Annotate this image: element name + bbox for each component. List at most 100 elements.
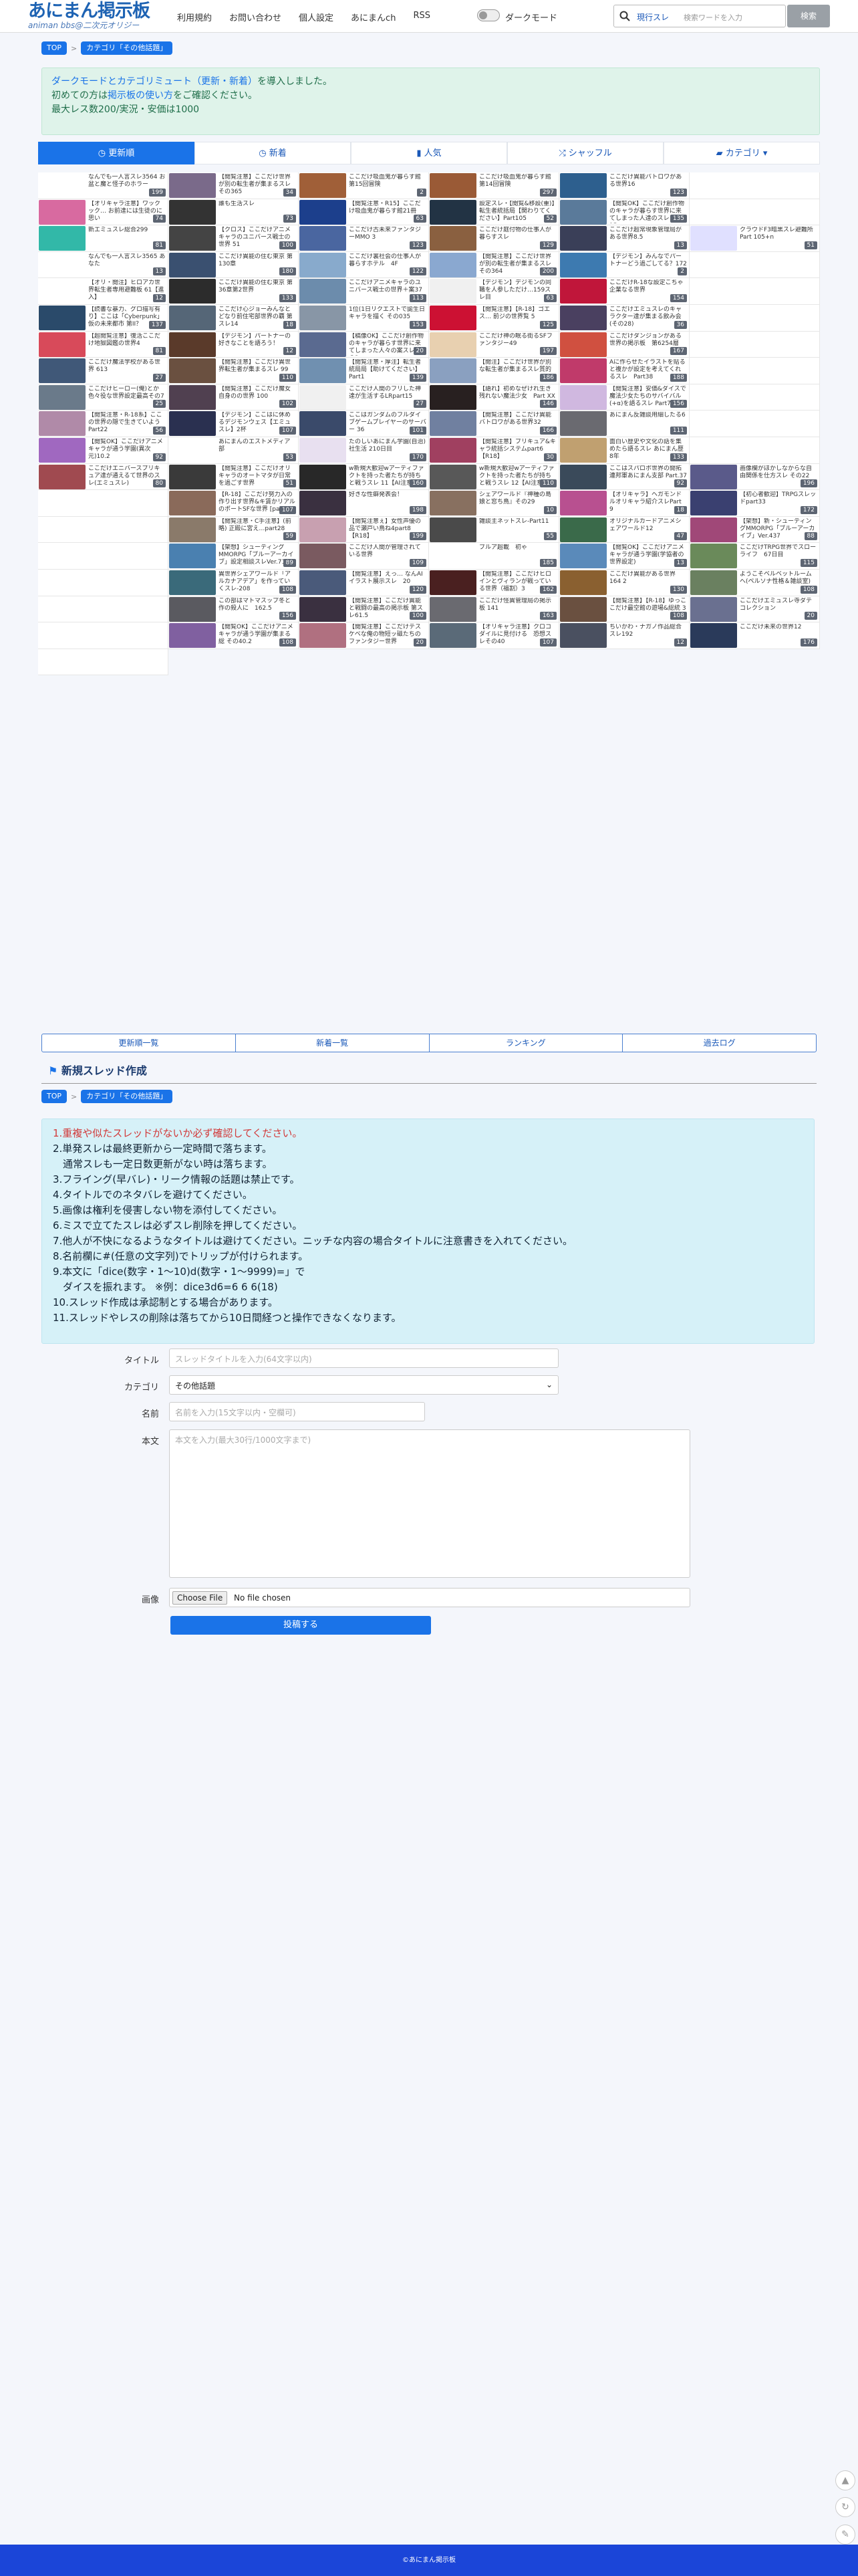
- thread-thumbnail[interactable]: [299, 358, 346, 384]
- link-archive[interactable]: 過去ログ: [623, 1034, 816, 1052]
- thread-card[interactable]: ここだけ魔法学校がある世界 613 27: [38, 358, 168, 384]
- thread-card[interactable]: ブルア超載 初ゃ 185: [429, 543, 559, 570]
- thread-thumbnail[interactable]: [560, 437, 607, 463]
- breadcrumb-category[interactable]: カテゴリ「その他話題」: [81, 1090, 173, 1103]
- thread-card[interactable]: 【閲覧注意】ここだけ異能と戦闘の最高の掲示板 第スレ61.5 100: [299, 596, 429, 623]
- thread-thumbnail[interactable]: [299, 332, 346, 357]
- thread-card[interactable]: なんでも一人言スレ3564 お盆と魔と怪子のホラー 199: [38, 172, 168, 199]
- thread-thumbnail[interactable]: [560, 173, 607, 198]
- thread-thumbnail[interactable]: [299, 226, 346, 251]
- thread-thumbnail[interactable]: [169, 305, 216, 330]
- thread-thumbnail[interactable]: [39, 464, 86, 489]
- thread-card[interactable]: 【閲覧注意】ここだけテスケベな俺の物短ッ磁たちのファンタジー世界 20: [299, 622, 429, 649]
- tab-shuffle[interactable]: ⤮ シャッフル: [507, 142, 664, 164]
- thread-card[interactable]: 【デジモン】ここはに休めるデジモンウェス【エミュスレ】2杯 107: [168, 411, 299, 437]
- thread-card[interactable]: ここだけTRPG世界でスローライフ 67日目 115: [690, 543, 820, 570]
- thread-card[interactable]: たのしいあにまん学園(自治)社生活 210日目 170: [299, 437, 429, 464]
- thread-card[interactable]: ここだけ人間のフリした神達が生活するLRpart15 27: [299, 384, 429, 411]
- title-input[interactable]: スレッドタイトルを入力(64文字以内): [169, 1349, 559, 1368]
- thread-card[interactable]: ここだけ裏社会の仕事人が暮らすホテル 4F 122: [299, 251, 429, 279]
- thread-thumbnail[interactable]: [299, 384, 346, 410]
- notice-feature-link[interactable]: ダークモードとカテゴリミュート（更新・新着）: [51, 76, 257, 87]
- thread-card[interactable]: 【閲覧注意】ここだけ異世界転生者が集まるスレ 99 110: [168, 358, 299, 384]
- thread-card[interactable]: 【クロス】ここだけアニメキャラのユニバース戦士の世界 51 100: [168, 225, 299, 252]
- thread-thumbnail[interactable]: [430, 623, 476, 649]
- thread-card[interactable]: ここだけ異能の住む東京 第130章 180: [168, 251, 299, 279]
- thread-thumbnail[interactable]: [39, 252, 86, 277]
- thread-thumbnail[interactable]: [39, 411, 86, 437]
- thread-thumbnail[interactable]: [169, 279, 216, 304]
- thread-card[interactable]: w新規大歓迎wアーティファクトを持った者たちが持ちと戦うスレ 12【AI注意】 1…: [429, 463, 559, 491]
- thread-thumbnail[interactable]: [169, 384, 216, 410]
- thread-card[interactable]: この部はマトマスップ冬と作の殺人に 162.5 156: [168, 596, 299, 623]
- thread-card[interactable]: 【超閲覧注意】復活ここだけ地獄図鑑の世界4 81: [38, 331, 168, 358]
- thread-card[interactable]: ここだけ人間が管理されている世界 109: [299, 543, 429, 570]
- thread-card[interactable]: 【オリキャラ】ヘガモンドルオリキャラ紹介スレPart 9 18: [559, 490, 690, 517]
- image-file-input[interactable]: Choose File No file chosen: [169, 1588, 690, 1607]
- scroll-top-button[interactable]: ▲: [835, 2470, 855, 2490]
- thread-card[interactable]: 【初心者歓迎】TRPGスレッドpart33 172: [690, 490, 820, 517]
- thread-thumbnail[interactable]: [169, 544, 216, 569]
- thread-thumbnail[interactable]: [169, 199, 216, 225]
- thread-thumbnail[interactable]: [690, 623, 737, 649]
- thread-thumbnail[interactable]: [560, 332, 607, 357]
- submit-button[interactable]: 投稿する: [170, 1616, 431, 1635]
- tab-popular[interactable]: ▮ 人気: [351, 142, 507, 164]
- thread-thumbnail[interactable]: [560, 464, 607, 489]
- thread-card[interactable]: ここだけ庭付物の仕事人が暮らすスレ 129: [429, 225, 559, 252]
- thread-card[interactable]: あにまん反雑談用細したる6 111: [559, 411, 690, 437]
- logo-title[interactable]: あにまん掲示板: [28, 1, 162, 21]
- thread-card[interactable]: 【閲覧注意】安価&ダイスで魔法少女たちのサバイバル(+α)を語るスレ Part7…: [559, 384, 690, 411]
- thread-card[interactable]: クラウドF3暗黒スレ避難所Part 105+n 51: [690, 225, 820, 252]
- thread-thumbnail[interactable]: [690, 226, 737, 251]
- thread-card[interactable]: ここだけ異能の住む東京 第36章第2世界 133: [168, 278, 299, 305]
- thread-card[interactable]: なんでも一人言スレ3565 あなた 13: [38, 251, 168, 279]
- thread-thumbnail[interactable]: [690, 491, 737, 516]
- thread-thumbnail[interactable]: [430, 437, 476, 463]
- thread-thumbnail[interactable]: [299, 596, 346, 622]
- thread-card[interactable]: 【架想】シューティングMMORPG「ブルーアーカイブ」設定相談スレVer.71.…: [168, 543, 299, 570]
- breadcrumb-top[interactable]: TOP: [41, 1090, 67, 1103]
- thread-thumbnail[interactable]: [430, 491, 476, 516]
- search-scope-select[interactable]: 現行スレ: [637, 11, 669, 23]
- thread-thumbnail[interactable]: [299, 464, 346, 489]
- breadcrumb-category[interactable]: カテゴリ「その他話題」: [81, 41, 173, 55]
- thread-card[interactable]: シェアワールド『神種の島娘と窓ち鳥』その29 10: [429, 490, 559, 517]
- nav-animanch[interactable]: あにまんch: [351, 11, 396, 23]
- thread-thumbnail[interactable]: [560, 544, 607, 569]
- thread-thumbnail[interactable]: [39, 384, 86, 410]
- search-input[interactable]: 検索ワードを入力: [684, 12, 742, 23]
- thread-card[interactable]: ここだけエニバースプリキュア達が通えるて世界のスレ(エミュスレ) 80: [38, 463, 168, 491]
- thread-card[interactable]: ちいかわ・ナガノ作品総合スレ192 12: [559, 622, 690, 649]
- site-logo[interactable]: あにまん掲示板 animan bbs@二次元オリジー: [28, 1, 162, 30]
- thread-thumbnail[interactable]: [169, 623, 216, 649]
- reload-button[interactable]: ↻: [835, 2497, 855, 2517]
- thread-thumbnail[interactable]: [299, 411, 346, 437]
- thread-card[interactable]: 【閲覧OK】ここだけ創作物のキャラが暮らす世界に来てしまった人達のスレ その15…: [559, 199, 690, 226]
- thread-card[interactable]: 【デジモン】パートナーの好きなことを語ろう！ 12: [168, 331, 299, 358]
- thread-thumbnail[interactable]: [299, 570, 346, 595]
- thread-card[interactable]: ここはスパロボ世界の開拓連邦軍あにまん支部 Part.37 92: [559, 463, 690, 491]
- thread-thumbnail[interactable]: [39, 437, 86, 463]
- thread-thumbnail[interactable]: [39, 332, 86, 357]
- thread-card[interactable]: 【閲覧注意】ここだけオリキャラのオートマタが日常を過ごす世界 51: [168, 463, 299, 491]
- thread-card[interactable]: 1位(1日リクエストで誕生日キャラを描く その035 153: [299, 304, 429, 332]
- thread-card[interactable]: 【オリキャラ注意】ワックック… お前達には生徒のに思い 74: [38, 199, 168, 226]
- thread-thumbnail[interactable]: [560, 199, 607, 225]
- thread-thumbnail[interactable]: [430, 411, 476, 437]
- thread-card[interactable]: ここだけ吸血鬼が暮らす館第14回冒険 297: [429, 172, 559, 199]
- thread-thumbnail[interactable]: [430, 173, 476, 198]
- thread-thumbnail[interactable]: [169, 517, 216, 542]
- thread-thumbnail[interactable]: [430, 305, 476, 330]
- thread-card[interactable]: ここだけ未来の世界12 176: [690, 622, 820, 649]
- thread-card[interactable]: 【閲覧注意】ここだけ世界が別の転生者が集まるスレその365 34: [168, 172, 299, 199]
- thread-thumbnail[interactable]: [39, 199, 86, 225]
- thread-card[interactable]: 【閲覧注意】えっ… なんAI イラスト展示スレ 20 120: [299, 569, 429, 596]
- thread-thumbnail[interactable]: [560, 279, 607, 304]
- thread-thumbnail[interactable]: [560, 596, 607, 622]
- thread-card[interactable]: 【R-18】ここだけ努力入の作り出す世界&キ賃かリアルのポートSFな世界 [pa…: [168, 490, 299, 517]
- thread-card[interactable]: 好きな性癖発表会！ 198: [299, 490, 429, 517]
- thread-card[interactable]: ここだけエミュスレ寺ダテコレクション 20: [690, 596, 820, 623]
- thread-card[interactable]: ここだけ怪異管理局の掲示板 141 163: [429, 596, 559, 623]
- thread-card[interactable]: 異世界シェアワールド「ア ルカナアデア」を作っていくスレ-208 108: [168, 569, 299, 596]
